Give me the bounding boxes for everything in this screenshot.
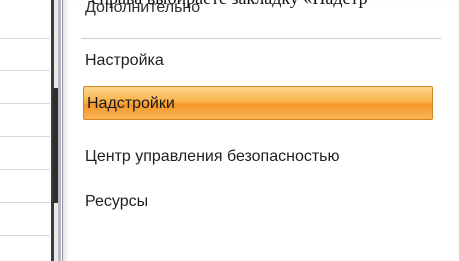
row-divider: [0, 169, 50, 170]
caption-text: справа выбираете закладку «Надстр: [0, 0, 459, 8]
row-divider: [0, 136, 50, 137]
nav-item-resources[interactable]: Ресурсы: [85, 185, 148, 219]
row-divider: [0, 235, 50, 236]
nav-item-customize[interactable]: Настройка: [85, 44, 164, 78]
row-divider: [0, 38, 50, 39]
row-divider: [0, 70, 50, 71]
row-divider: [0, 202, 50, 203]
row-divider: [0, 103, 50, 104]
nav-separator: [81, 38, 441, 39]
options-navigation-list: Дополнительно Настройка Надстройки Центр…: [62, 0, 459, 261]
nav-item-add-ins[interactable]: Надстройки: [83, 86, 433, 120]
scrollbar-thumb[interactable]: [53, 88, 58, 203]
nav-item-trust-center[interactable]: Центр управления безопасностью: [85, 140, 340, 174]
